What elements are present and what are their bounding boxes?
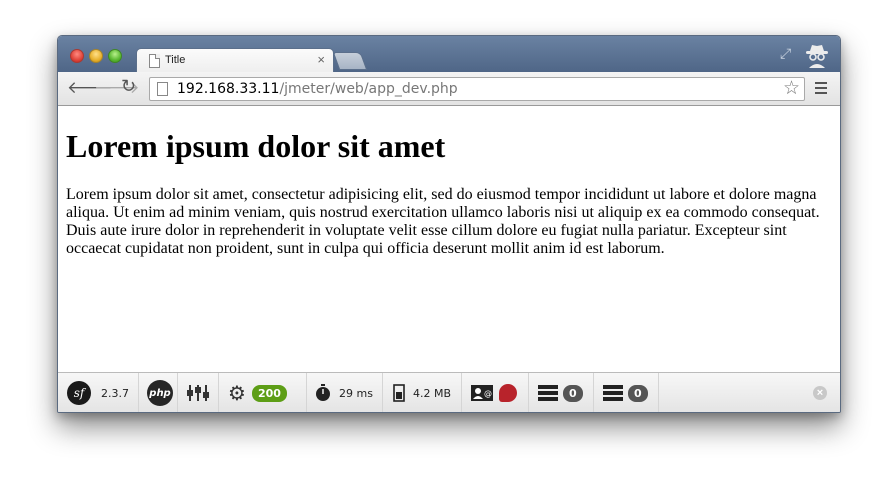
gears-icon: ⚙	[228, 381, 246, 405]
error-indicator-icon	[499, 384, 517, 402]
symfony-debug-toolbar: sf 2.3.7 php ⚙ 200 29 ms 4.2 MB @ 0 0 ×	[58, 372, 840, 412]
sf-db-block-1[interactable]: 0	[529, 373, 594, 412]
url-text[interactable]: 192.168.33.11/jmeter/web/app_dev.php	[177, 81, 458, 97]
hamburger-menu-icon[interactable]	[815, 82, 827, 97]
toolbar-close-icon[interactable]: ×	[813, 386, 827, 400]
window-minimize-button[interactable]	[89, 49, 103, 63]
incognito-icon	[806, 45, 828, 68]
url-host: 192.168.33.11	[177, 81, 280, 97]
sf-php-block[interactable]: php	[139, 373, 178, 412]
request-time: 29 ms	[339, 386, 373, 400]
page-icon	[149, 54, 160, 68]
stopwatch-icon	[316, 384, 330, 401]
tab-title: Title	[165, 54, 186, 66]
browser-window: Title × ⤢ 🡐 🡒 ↻ 192.168.33.11/jmeter/web…	[57, 35, 841, 413]
reload-icon[interactable]: ↻	[121, 76, 136, 97]
fullscreen-icon[interactable]: ⤢	[780, 45, 791, 62]
query-count-badge: 0	[628, 384, 648, 402]
url-path: /jmeter/web/app_dev.php	[279, 81, 458, 97]
memory-usage: 4.2 MB	[413, 386, 452, 400]
memory-icon	[393, 384, 405, 402]
sf-security-block[interactable]: @	[462, 373, 529, 412]
svg-text:@: @	[484, 389, 492, 398]
window-close-button[interactable]	[70, 49, 84, 63]
sf-memory-block[interactable]: 4.2 MB	[383, 373, 462, 412]
page-paragraph: Lorem ipsum dolor sit amet, consectetur …	[66, 186, 820, 257]
page-heading: Lorem ipsum dolor sit amet	[66, 128, 446, 164]
address-bar[interactable]: 192.168.33.11/jmeter/web/app_dev.php ☆	[149, 77, 805, 101]
sf-config-block[interactable]	[178, 373, 219, 412]
user-card-icon: @	[471, 385, 493, 401]
symfony-version: 2.3.7	[101, 386, 129, 400]
symfony-logo-icon: sf	[67, 381, 91, 405]
database-icon	[538, 385, 558, 401]
page-icon	[157, 82, 168, 96]
tab-close-icon[interactable]: ×	[317, 52, 325, 67]
sliders-icon	[187, 385, 209, 401]
query-count-badge: 0	[563, 384, 583, 402]
sf-request-block[interactable]: ⚙ 200	[219, 373, 307, 412]
new-tab-button[interactable]	[332, 52, 368, 70]
sf-time-block[interactable]: 29 ms	[307, 373, 383, 412]
window-maximize-button[interactable]	[108, 49, 122, 63]
sf-db-block-2[interactable]: 0	[594, 373, 659, 412]
tab-strip: Title × ⤢	[58, 36, 840, 73]
php-icon: php	[147, 380, 173, 406]
browser-tab[interactable]: Title ×	[136, 48, 334, 73]
browser-toolbar: 🡐 🡒 ↻ 192.168.33.11/jmeter/web/app_dev.p…	[58, 72, 840, 106]
sf-version-block[interactable]: sf 2.3.7	[58, 373, 139, 412]
database-icon	[603, 385, 623, 401]
status-code-badge: 200	[251, 384, 287, 402]
page-content: Lorem ipsum dolor sit amet Lorem ipsum d…	[58, 106, 840, 372]
bookmark-star-icon[interactable]: ☆	[783, 77, 800, 100]
